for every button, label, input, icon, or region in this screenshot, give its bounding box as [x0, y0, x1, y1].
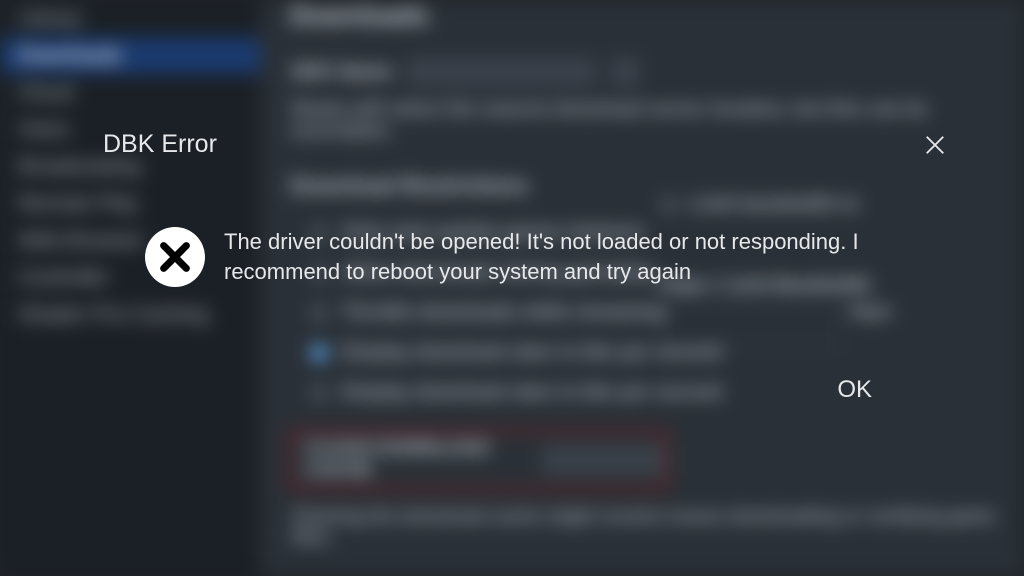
background-settings-window: Library Downloads Cloud Voice Broadcasti…	[0, 0, 1024, 576]
region-description: Steam will select the nearest download s…	[290, 99, 994, 143]
sidebar-item: Broadcasting	[0, 148, 260, 185]
close-icon	[924, 134, 946, 156]
right-header: Kbps / Limit Bandwidth	[660, 275, 880, 297]
region-dropdown-icon	[610, 57, 640, 87]
checkbox-icon	[310, 304, 328, 322]
settings-sidebar: Library Downloads Cloud Voice Broadcasti…	[0, 0, 260, 576]
check-label: Display download rates in bits per secon…	[342, 382, 722, 404]
right-column: Limit bandwidth to Kbps / Limit Bandwidt…	[660, 185, 880, 347]
sidebar-item: Library	[0, 0, 260, 37]
bottom-description: Clearing the download cache might resolv…	[292, 506, 1024, 548]
checkbox-icon	[310, 344, 328, 362]
check-label: Only auto-update games between	[342, 222, 645, 244]
checkbox-icon	[310, 384, 328, 402]
sidebar-item: Shader Pre-Caching	[0, 296, 260, 333]
sidebar-item: Voice	[0, 111, 260, 148]
clear-cache-box: CLEAR DOWNLOAD CACHE	[288, 430, 668, 490]
checkbox-icon	[310, 224, 328, 242]
checkbox-icon	[660, 196, 678, 214]
right-field	[660, 303, 840, 347]
region-field	[406, 57, 596, 87]
sidebar-item: Web Browser	[0, 222, 260, 259]
section-title: Downloads	[290, 0, 994, 31]
sidebar-item: Controller	[0, 259, 260, 296]
clear-cache-field	[542, 445, 665, 475]
sidebar-item: Cloud	[0, 74, 260, 111]
right-suffix: kbps	[850, 301, 892, 322]
check-label: Allow downloads during gameplay	[342, 262, 654, 284]
checkbox-icon	[310, 264, 328, 282]
region-label: SDK Name	[290, 61, 392, 84]
sub-header: Download Restrictions	[290, 173, 994, 199]
check-label: Throttle downloads while streaming	[342, 302, 666, 324]
clear-cache-label: CLEAR DOWNLOAD CACHE	[305, 438, 530, 482]
close-button[interactable]	[920, 130, 950, 160]
sidebar-item: Remote Play	[0, 185, 260, 222]
sidebar-item-selected: Downloads	[0, 37, 260, 74]
ok-button[interactable]: OK	[823, 370, 886, 410]
right-check-label: Limit bandwidth to	[690, 194, 859, 216]
